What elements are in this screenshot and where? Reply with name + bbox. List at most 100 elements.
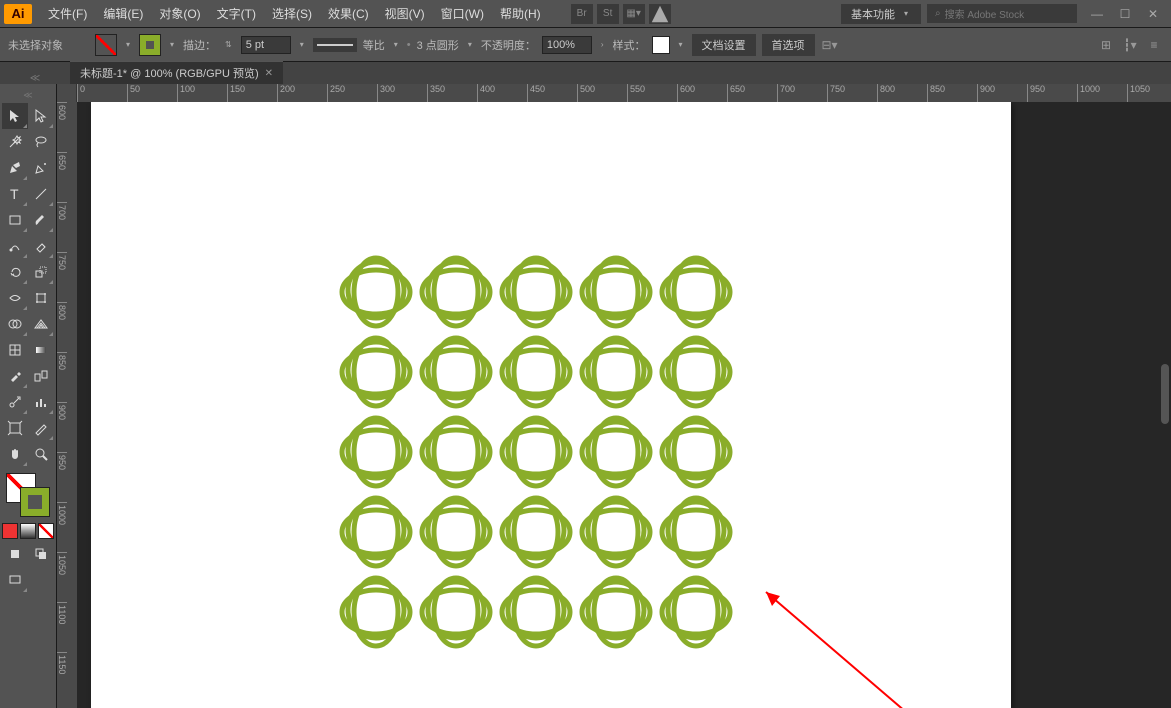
align-icon[interactable]: ⊟▾ xyxy=(821,36,839,54)
color-mode-none[interactable] xyxy=(38,523,54,539)
document-tab-strip: ≪ 未标题-1* @ 100% (RGB/GPU 预览) ✕ xyxy=(0,62,1171,84)
perspective-grid-tool[interactable] xyxy=(28,311,54,337)
stock-icon[interactable]: St xyxy=(597,4,619,24)
menu-edit[interactable]: 编辑(E) xyxy=(95,5,151,22)
chevron-right-icon[interactable]: › xyxy=(598,40,607,49)
selection-tool[interactable] xyxy=(2,103,28,129)
draw-mode-normal[interactable] xyxy=(2,541,28,567)
eyedropper-tool[interactable] xyxy=(2,363,28,389)
hand-tool[interactable] xyxy=(2,441,28,467)
shape-builder-tool[interactable] xyxy=(2,311,28,337)
fill-stroke-indicator[interactable] xyxy=(6,473,50,517)
tab-nav-arrows[interactable]: ≪ xyxy=(0,73,70,84)
artboard[interactable] xyxy=(91,102,1011,708)
artwork-pattern xyxy=(336,252,736,652)
slice-tool[interactable] xyxy=(28,415,54,441)
rectangle-tool[interactable] xyxy=(2,207,28,233)
document-tab[interactable]: 未标题-1* @ 100% (RGB/GPU 预览) ✕ xyxy=(70,61,283,84)
menu-select[interactable]: 选择(S) xyxy=(264,5,320,22)
document-setup-button[interactable]: 文档设置 xyxy=(692,34,756,56)
chevron-down-icon[interactable]: ▾ xyxy=(123,40,133,49)
window-close-button[interactable]: ✕ xyxy=(1139,4,1167,24)
draw-mode-behind[interactable] xyxy=(28,541,54,567)
scrollbar-thumb[interactable] xyxy=(1161,364,1169,424)
opacity-label: 不透明度： xyxy=(481,37,536,53)
bridge-icon[interactable]: Br xyxy=(571,4,593,24)
brush-label[interactable]: 3 点圆形 xyxy=(417,37,459,53)
menu-object[interactable]: 对象(O) xyxy=(151,5,208,22)
control-bar: 未选择对象 ▾ ▾ 描边： ⇅ ▾ 等比▾ • 3 点圆形▾ 不透明度： › 样… xyxy=(0,28,1171,62)
width-tool[interactable] xyxy=(2,285,28,311)
chevron-down-icon[interactable]: ▾ xyxy=(167,40,177,49)
zoom-tool[interactable] xyxy=(28,441,54,467)
rotate-tool[interactable] xyxy=(2,259,28,285)
gradient-tool[interactable] xyxy=(28,337,54,363)
app-logo: Ai xyxy=(4,4,32,24)
search-input[interactable]: ⌕搜索 Adobe Stock xyxy=(927,4,1077,23)
window-maximize-button[interactable]: ☐ xyxy=(1111,4,1139,24)
panel-menu-icon[interactable]: ≡ xyxy=(1145,36,1163,54)
profile-label: 等比 xyxy=(363,37,385,53)
menu-window[interactable]: 窗口(W) xyxy=(433,5,492,22)
menu-type[interactable]: 文字(T) xyxy=(209,5,264,22)
stroke-swatch[interactable] xyxy=(139,34,161,56)
column-graph-tool[interactable] xyxy=(28,389,54,415)
color-mode-solid[interactable] xyxy=(2,523,18,539)
free-transform-tool[interactable] xyxy=(28,285,54,311)
chevron-down-icon: ▾ xyxy=(901,9,911,18)
stroke-label: 描边： xyxy=(183,37,216,53)
document-area: 0501001502002503003504004505005506006507… xyxy=(57,84,1171,708)
style-swatch[interactable] xyxy=(652,36,670,54)
document-tab-title: 未标题-1* @ 100% (RGB/GPU 预览) xyxy=(80,65,259,81)
menu-file[interactable]: 文件(F) xyxy=(40,5,95,22)
workspace-label: 基本功能 xyxy=(851,6,895,22)
ruler-origin[interactable] xyxy=(57,84,77,102)
annotation-arrow xyxy=(756,582,916,708)
paintbrush-tool[interactable] xyxy=(28,207,54,233)
gpu-icon[interactable] xyxy=(649,4,671,24)
eraser-tool[interactable] xyxy=(28,233,54,259)
shaper-tool[interactable] xyxy=(2,233,28,259)
menu-help[interactable]: 帮助(H) xyxy=(492,5,549,22)
transform-icon[interactable]: ⊞ xyxy=(1097,36,1115,54)
fill-swatch[interactable] xyxy=(95,34,117,56)
workspace-dropdown[interactable]: 基本功能 ▾ xyxy=(841,4,921,24)
blend-tool[interactable] xyxy=(28,363,54,389)
stroke-weight-input[interactable] xyxy=(241,36,291,54)
stroke-indicator[interactable] xyxy=(20,487,50,517)
opacity-input[interactable] xyxy=(542,36,592,54)
color-mode-gradient[interactable] xyxy=(20,523,36,539)
screen-mode[interactable] xyxy=(2,567,28,593)
arrange-icon[interactable]: ▦▾ xyxy=(623,4,645,24)
toolbox: ≪ T xyxy=(0,84,57,708)
symbol-sprayer-tool[interactable] xyxy=(2,389,28,415)
pen-tool[interactable] xyxy=(2,155,28,181)
window-minimize-button[interactable]: — xyxy=(1083,4,1111,24)
menu-effect[interactable]: 效果(C) xyxy=(320,5,377,22)
menu-bar: Ai 文件(F) 编辑(E) 对象(O) 文字(T) 选择(S) 效果(C) 视… xyxy=(0,0,1171,28)
chevron-down-icon[interactable]: ▾ xyxy=(676,40,686,49)
canvas[interactable] xyxy=(77,102,1171,708)
chevron-down-icon[interactable]: ▾ xyxy=(391,40,401,49)
line-tool[interactable] xyxy=(28,181,54,207)
style-label: 样式： xyxy=(613,37,646,53)
horizontal-ruler[interactable]: 0501001502002503003504004505005506006507… xyxy=(77,84,1171,102)
lasso-tool[interactable] xyxy=(28,129,54,155)
artboard-tool[interactable] xyxy=(2,415,28,441)
stroke-profile-preview[interactable] xyxy=(313,38,357,52)
isolate-icon[interactable]: ┇▾ xyxy=(1121,36,1139,54)
vertical-ruler[interactable]: 6006507007508008509009501000105011001150 xyxy=(57,102,77,708)
menu-view[interactable]: 视图(V) xyxy=(377,5,433,22)
chevron-down-icon[interactable]: ▾ xyxy=(297,40,307,49)
search-icon: ⌕ xyxy=(935,8,941,19)
direct-selection-tool[interactable] xyxy=(28,103,54,129)
close-icon[interactable]: ✕ xyxy=(265,68,273,79)
chevron-down-icon[interactable]: ▾ xyxy=(465,40,475,49)
stepper-icon[interactable]: ⇅ xyxy=(222,40,235,49)
magic-wand-tool[interactable] xyxy=(2,129,28,155)
scale-tool[interactable] xyxy=(28,259,54,285)
type-tool[interactable]: T xyxy=(2,181,28,207)
curvature-tool[interactable] xyxy=(28,155,54,181)
preferences-button[interactable]: 首选项 xyxy=(762,34,815,56)
mesh-tool[interactable] xyxy=(2,337,28,363)
